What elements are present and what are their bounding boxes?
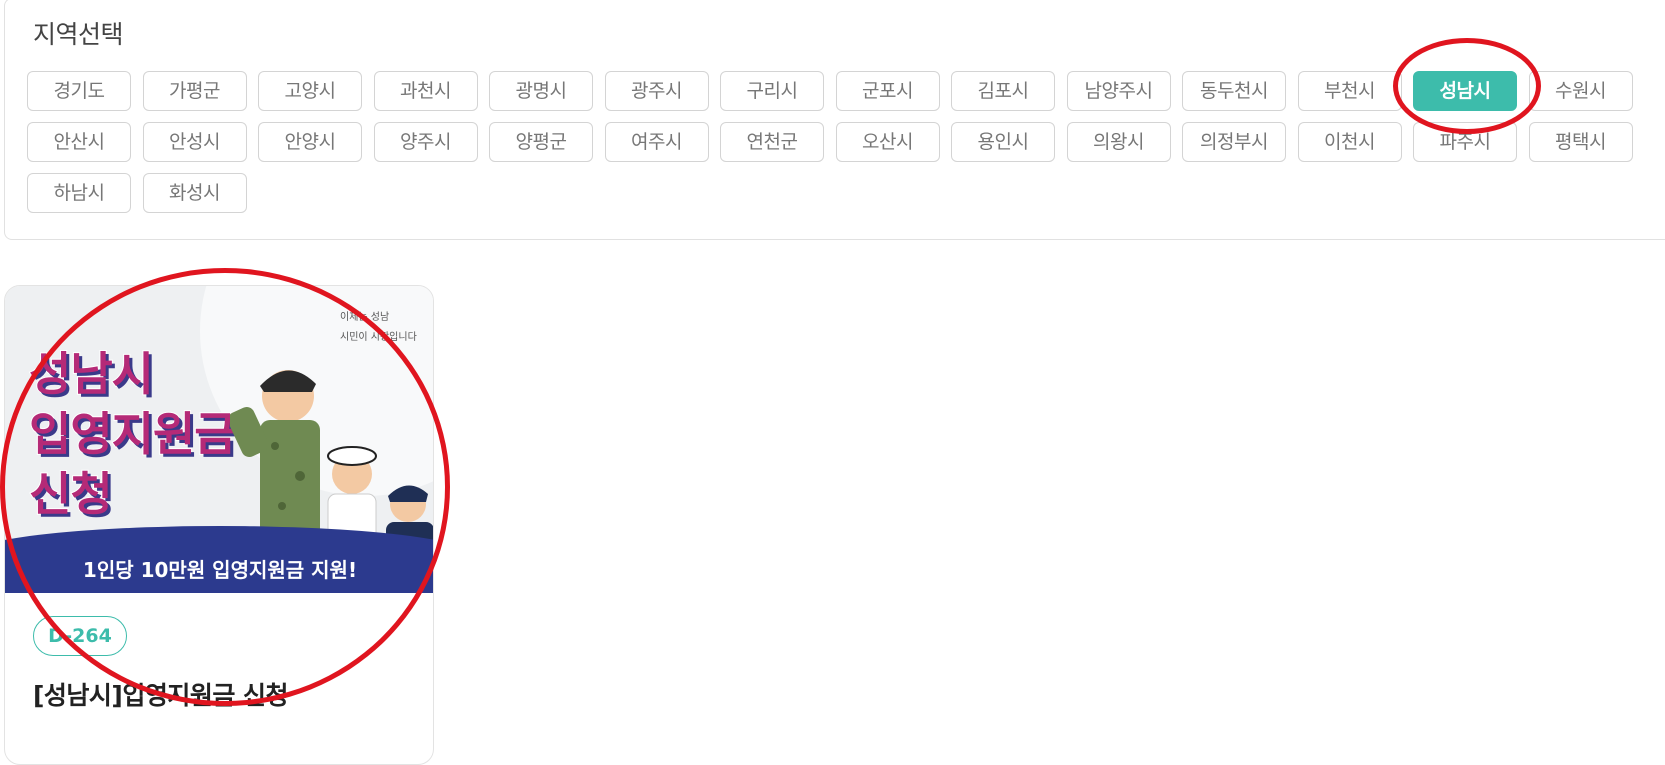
dday-badge: D-264	[33, 616, 127, 656]
region-chip[interactable]: 경기도	[27, 71, 131, 111]
region-chip[interactable]: 의정부시	[1182, 122, 1286, 162]
city-slogan-logo: 이제는 성남 시민이 시장입니다	[340, 312, 417, 343]
region-chip[interactable]: 가평군	[142, 71, 247, 111]
region-select-panel: 지역선택 경기도 가평군 고양시 과천시 광명시 광주시 구리시 군포시 김포시 남양주시 동두천시…	[4, 0, 1665, 240]
region-chip[interactable]: 오산시	[835, 122, 940, 162]
region-chip[interactable]: 안산시	[27, 122, 131, 162]
region-chip[interactable]: 수원시	[1528, 71, 1633, 111]
region-chip[interactable]: 과천시	[373, 71, 478, 111]
region-chip[interactable]: 광명시	[489, 71, 593, 111]
region-chip[interactable]: 동두천시	[1182, 71, 1286, 111]
region-chip[interactable]: 광주시	[604, 71, 709, 111]
region-chip[interactable]: 안성시	[142, 122, 247, 162]
region-chip[interactable]: 고양시	[258, 71, 362, 111]
region-chip[interactable]: 하남시	[27, 173, 131, 213]
region-chip[interactable]: 김포시	[951, 71, 1055, 111]
banner-subtitle: 1인당 10만원 입영지원금 지원!	[82, 558, 358, 582]
region-chip[interactable]: 양주시	[373, 122, 478, 162]
banner-title-line-3: 신청	[28, 466, 114, 522]
region-chip[interactable]: 용인시	[951, 122, 1055, 162]
region-chip[interactable]: 평택시	[1528, 122, 1633, 162]
program-card-title[interactable]: [성남시]입영지원금 신청	[33, 676, 289, 712]
region-chip[interactable]: 이천시	[1297, 122, 1402, 162]
banner-title-line-1: 성남시	[28, 346, 155, 402]
region-chip[interactable]: 화성시	[142, 173, 247, 213]
region-chip[interactable]: 여주시	[604, 122, 709, 162]
region-select-title: 지역선택	[33, 20, 124, 49]
region-chip[interactable]: 남양주시	[1066, 71, 1171, 111]
region-chip[interactable]: 부천시	[1297, 71, 1402, 111]
region-chip[interactable]: 양평군	[489, 122, 593, 162]
program-card[interactable]: 이제는 성남 시민이 시장입니다 성남시 입영지원금 신청 1인당 10만원 입…	[4, 285, 434, 765]
region-chip[interactable]: 안양시	[258, 122, 362, 162]
region-chip[interactable]: 군포시	[835, 71, 940, 111]
region-chip[interactable]: 의왕시	[1066, 122, 1171, 162]
region-chip[interactable]: 구리시	[720, 71, 824, 111]
banner-title-line-2: 입영지원금	[28, 406, 238, 462]
program-banner-image[interactable]: 이제는 성남 시민이 시장입니다 성남시 입영지원금 신청 1인당 10만원 입…	[5, 286, 433, 593]
region-chip[interactable]: 연천군	[720, 122, 824, 162]
region-chip[interactable]: 성남시	[1413, 71, 1517, 111]
region-chip[interactable]: 파주시	[1413, 122, 1517, 162]
